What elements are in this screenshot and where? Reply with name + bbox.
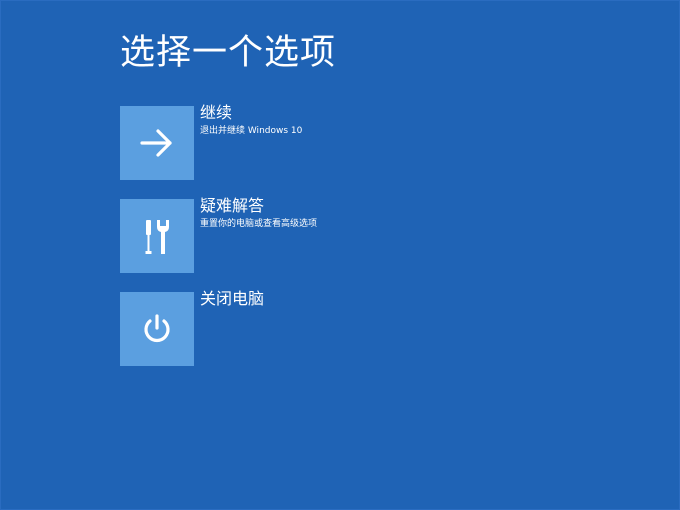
continue-description: 退出并继续 Windows 10 <box>200 126 303 136</box>
power-icon <box>139 311 175 347</box>
shutdown-option[interactable]: 关闭电脑 <box>120 289 450 368</box>
troubleshoot-description: 重置你的电脑或查看高级选项 <box>200 219 318 229</box>
continue-option[interactable]: 继续 退出并继续 Windows 10 <box>120 103 450 182</box>
continue-label: 继续 <box>200 103 233 122</box>
tools-icon <box>140 216 174 256</box>
arrow-right-icon <box>139 128 175 158</box>
page-title: 选择一个选项 <box>120 33 337 73</box>
troubleshoot-option[interactable]: 疑难解答 重置你的电脑或查看高级选项 <box>120 196 450 275</box>
troubleshoot-tile[interactable] <box>120 199 194 273</box>
troubleshoot-text: 疑难解答 重置你的电脑或查看高级选项 <box>200 196 317 230</box>
shutdown-label: 关闭电脑 <box>200 289 265 308</box>
shutdown-tile[interactable] <box>120 292 194 366</box>
recovery-screen: 选择一个选项 继续 退出并继续 Windows 10 疑难解答 重置你的电脑或查… <box>0 0 680 510</box>
shutdown-text: 关闭电脑 <box>200 289 264 309</box>
troubleshoot-label: 疑难解答 <box>200 196 265 215</box>
continue-text: 继续 退出并继续 Windows 10 <box>200 103 302 137</box>
continue-tile[interactable] <box>120 106 194 180</box>
